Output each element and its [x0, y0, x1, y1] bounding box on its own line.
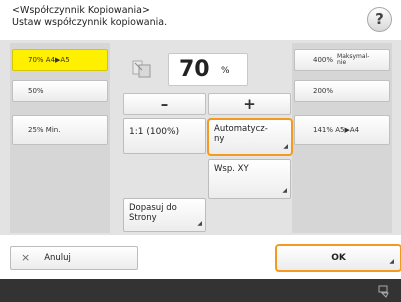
xy-ratio-button[interactable]: Wsp. XY ◢ — [208, 159, 291, 199]
cancel-label: Anuluj — [44, 253, 71, 263]
preset-50-label: 50% — [28, 87, 44, 95]
preset-141-button[interactable]: 141% A5▶A4 — [294, 115, 390, 145]
corner-arrow-icon: ◢ — [389, 258, 394, 265]
ok-button[interactable]: OK ◢ — [275, 244, 401, 272]
fit-label-line1: Dopasuj do — [129, 203, 177, 213]
corner-arrow-icon: ◢ — [197, 220, 202, 227]
preset-400-desc-line2: nie — [337, 59, 347, 66]
corner-arrow-icon: ◢ — [283, 143, 288, 150]
minus-label: – — [160, 95, 169, 113]
cancel-button[interactable]: × Anuluj — [10, 246, 138, 270]
preset-400-label: 400% — [313, 56, 334, 64]
xy-label: Wsp. XY — [214, 164, 249, 174]
preset-70-button[interactable]: 70% A4▶A5 — [12, 49, 108, 71]
status-bar — [0, 279, 401, 302]
auto-label-line1: Automatycz- — [214, 124, 268, 134]
auto-label-line2: ny — [214, 134, 225, 144]
zoom-scale-icon — [130, 56, 154, 80]
preset-141-label: 141% A5▶A4 — [313, 126, 360, 134]
close-icon: × — [21, 251, 31, 264]
preset-400-desc: Maksymal- nie — [337, 54, 369, 66]
preset-400-button[interactable]: 400% Maksymal- nie — [294, 49, 390, 71]
zoom-increase-button[interactable]: + — [208, 93, 291, 115]
plus-label: + — [243, 95, 256, 113]
preset-200-button[interactable]: 200% — [294, 80, 390, 102]
preset-200-label: 200% — [313, 87, 334, 95]
zoom-value: 70 — [179, 57, 210, 82]
fit-to-page-button[interactable]: Dopasuj do Strony ◢ — [123, 198, 206, 232]
one-to-one-label: 1:1 (100%) — [129, 127, 180, 137]
zoom-unit: % — [221, 66, 230, 76]
zoom-value-field[interactable]: 70 % — [168, 53, 248, 86]
zoom-decrease-button[interactable]: – — [123, 93, 206, 115]
ok-label: OK — [331, 253, 346, 263]
preset-50-button[interactable]: 50% — [12, 80, 108, 102]
fit-label-line2: Strony — [129, 213, 157, 223]
remote-operation-icon[interactable] — [377, 283, 391, 298]
one-to-one-button[interactable]: 1:1 (100%) — [123, 118, 206, 154]
preset-25-button[interactable]: 25% Min. — [12, 115, 108, 145]
preset-70-label: 70% A4▶A5 — [28, 56, 70, 64]
auto-ratio-button[interactable]: Automatycz- ny ◢ — [207, 118, 293, 156]
help-button[interactable]: ? — [367, 7, 392, 32]
screen-instruction: Ustaw współczynnik kopiowania. — [12, 17, 168, 28]
corner-arrow-icon: ◢ — [282, 187, 287, 194]
preset-25-label: 25% Min. — [28, 126, 61, 134]
